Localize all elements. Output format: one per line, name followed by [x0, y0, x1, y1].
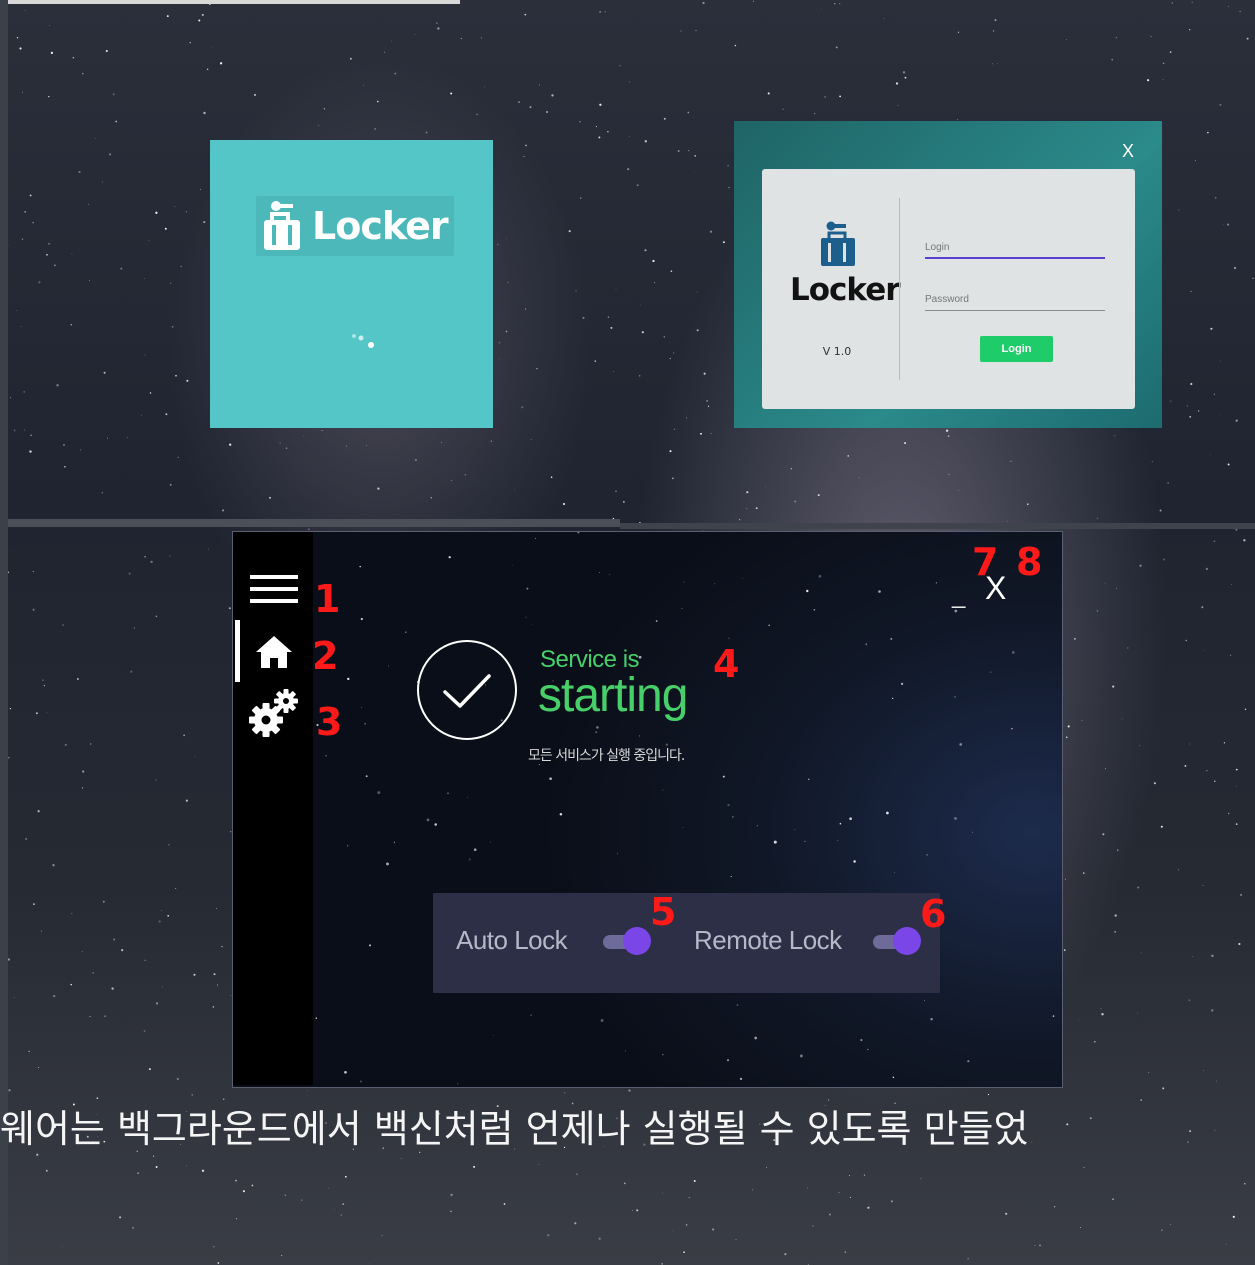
version-label: V 1.0 — [822, 345, 852, 358]
top-edge-strip — [8, 0, 460, 4]
gears-icon[interactable] — [248, 688, 300, 738]
password-placeholder: Password — [925, 294, 969, 305]
panel-divider — [8, 519, 620, 527]
locker-icon — [821, 221, 855, 266]
locker-icon — [264, 201, 300, 250]
status-subtitle: 모든 서비스가 실행 중입니다. — [528, 748, 685, 764]
login-field-underline — [925, 257, 1105, 259]
login-brand: Locker — [790, 272, 901, 308]
annotation-5: 5 — [650, 890, 677, 934]
hamburger-icon[interactable] — [250, 574, 298, 604]
caption-text: 웨어는 백그라운드에서 백신처럼 언제나 실행될 수 있도록 만들었 — [0, 1107, 1029, 1151]
annotation-4: 4 — [713, 642, 740, 686]
nav-active-indicator — [235, 620, 240, 682]
checkmark-icon — [443, 674, 491, 708]
annotation-7: 7 — [972, 540, 999, 584]
remote-lock-label: Remote Lock — [694, 925, 842, 955]
annotation-2: 2 — [312, 634, 339, 678]
home-icon[interactable] — [254, 634, 294, 670]
auto-lock-toggle[interactable] — [603, 927, 653, 957]
minimize-button[interactable]: _ — [952, 582, 965, 610]
login-close-button[interactable]: X — [1122, 141, 1134, 162]
auto-lock-label: Auto Lock — [456, 925, 568, 955]
left-edge-strip — [0, 0, 8, 1265]
password-field-underline — [925, 310, 1105, 311]
annotation-3: 3 — [316, 700, 343, 744]
toggle-knob — [893, 927, 921, 955]
login-button[interactable]: Login — [980, 336, 1053, 362]
annotation-1: 1 — [314, 577, 341, 621]
login-field[interactable]: Login — [925, 242, 1105, 260]
splash-logo: Locker — [256, 196, 454, 256]
sidebar — [233, 532, 313, 1085]
login-placeholder: Login — [925, 242, 950, 253]
splash-window — [210, 140, 493, 428]
status-line-2: starting — [538, 669, 688, 722]
password-field[interactable]: Password — [925, 294, 1105, 312]
panel-divider-right — [620, 523, 1255, 529]
login-divider — [899, 198, 900, 380]
splash-logo-text: Locker — [312, 204, 449, 248]
annotation-8: 8 — [1016, 540, 1043, 584]
check-circle-icon — [417, 640, 517, 740]
remote-lock-toggle[interactable] — [873, 927, 923, 957]
loading-spinner-icon — [352, 334, 374, 348]
annotation-6: 6 — [920, 892, 947, 936]
main-window-stars — [315, 532, 1055, 1085]
toggle-knob — [623, 927, 651, 955]
